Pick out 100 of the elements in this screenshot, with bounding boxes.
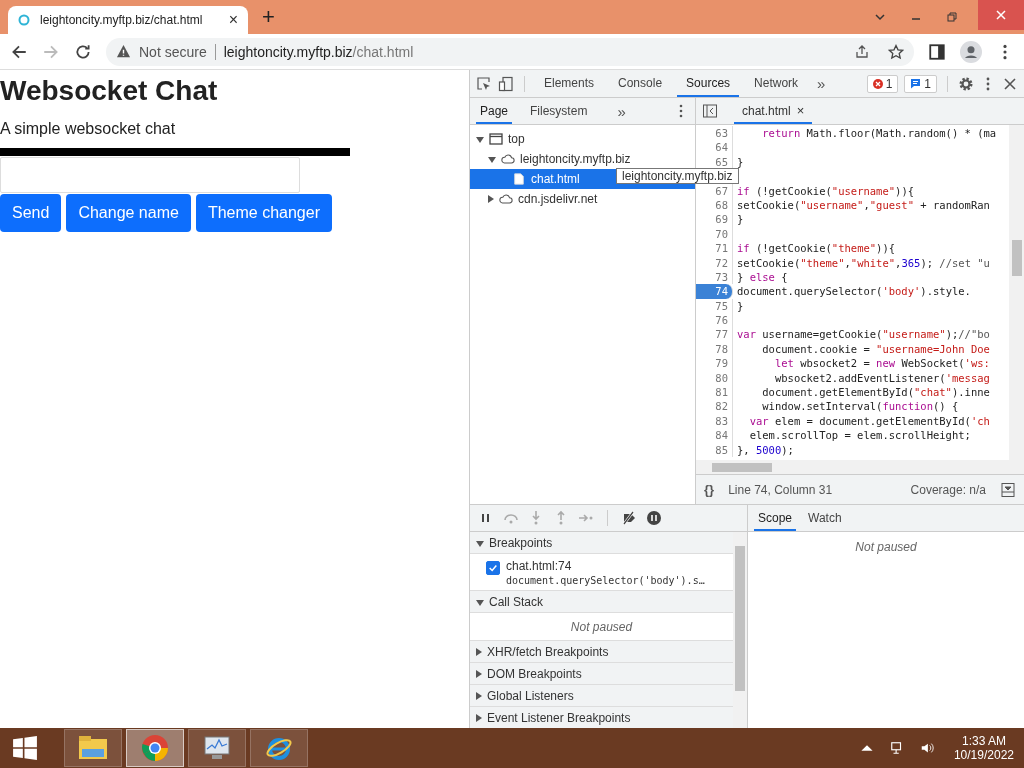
message-input[interactable]	[0, 157, 300, 193]
code-line: if (!getCookie("username")){	[737, 183, 916, 198]
pause-on-exceptions-icon[interactable]	[646, 510, 662, 526]
code-line: }	[737, 212, 745, 227]
line-number[interactable]: 79	[696, 356, 733, 371]
code-line: document.querySelector('body').style.	[737, 284, 972, 299]
device-toolbar-icon[interactable]	[498, 75, 514, 92]
code-line: return Math.floor(Math.random() * (ma	[761, 126, 998, 141]
star-icon[interactable]	[888, 43, 904, 60]
side-panel-icon[interactable]	[928, 42, 946, 61]
scrollbar[interactable]	[1009, 125, 1024, 460]
settings-icon[interactable]	[958, 75, 974, 92]
page-button[interactable]: Theme changer	[195, 194, 332, 232]
code-line: }, 5000);	[737, 442, 795, 457]
page-button[interactable]: Send	[0, 194, 62, 232]
address-bar[interactable]: Not secure leightoncity.myftp.biz/chat.html	[106, 37, 914, 66]
profile-avatar-icon[interactable]	[960, 40, 982, 63]
window-icon	[489, 133, 503, 145]
code-line: wbsocket2.addEventListener('messag	[773, 370, 991, 386]
scrollbar[interactable]	[696, 460, 1024, 474]
line-number[interactable]: 64	[696, 140, 733, 155]
share-icon[interactable]	[854, 43, 870, 60]
line-number[interactable]: 72	[696, 255, 733, 270]
close-icon[interactable]	[1002, 75, 1018, 92]
more-tabs-button[interactable]: »	[613, 102, 630, 120]
globe-icon	[18, 14, 30, 26]
line-number[interactable]: 70	[696, 226, 733, 242]
section-header[interactable]: Global Listeners	[470, 685, 733, 707]
code-line: setCookie("theme","white",365); //set "u	[737, 255, 991, 270]
section-header[interactable]: DOM Breakpoints	[470, 663, 733, 685]
chevron-down-icon[interactable]	[874, 11, 886, 23]
network-icon[interactable]	[889, 741, 904, 755]
line-number[interactable]: 69	[696, 212, 733, 227]
speaker-icon[interactable]	[919, 741, 934, 755]
page-heading: Websocket Chat	[0, 74, 219, 108]
line-number[interactable]: 75	[696, 298, 733, 314]
line-number[interactable]: 83	[696, 413, 733, 429]
drawer-icon[interactable]	[1000, 481, 1016, 498]
line-number[interactable]: 77	[696, 327, 733, 342]
section-header[interactable]: Call Stack	[470, 591, 733, 613]
section-header[interactable]: Event Listener Breakpoints	[470, 707, 733, 728]
coverage-label: Coverage: n/a	[910, 482, 986, 497]
devtools-tab[interactable]: Console	[609, 70, 672, 97]
taskbar-app[interactable]	[64, 729, 122, 767]
more-tabs-button[interactable]: »	[813, 75, 830, 92]
close-tab-button[interactable]: ×	[228, 11, 238, 29]
line-number[interactable]: 63	[696, 126, 733, 141]
file-icon	[512, 173, 526, 185]
check-icon	[488, 563, 498, 573]
restore-icon[interactable]	[946, 11, 958, 23]
code-line: window.setInterval(function() {	[761, 399, 960, 414]
code-line: setCookie("username","guest" + randomRan	[737, 197, 991, 213]
pretty-print-button[interactable]: {}	[704, 482, 715, 497]
system-clock[interactable]: 1:33 AM 10/19/2022	[953, 734, 1014, 762]
windows-logo-icon[interactable]	[12, 735, 38, 761]
cloud-icon	[499, 193, 513, 205]
message-count-badge[interactable]: 1	[904, 74, 937, 93]
line-number[interactable]: 85	[696, 442, 733, 457]
status-message: Not paused	[855, 540, 917, 554]
devtools-tab[interactable]: Elements	[535, 70, 604, 97]
page-button[interactable]: Change name	[66, 194, 191, 232]
line-number[interactable]: 67	[696, 183, 733, 198]
browser-tab[interactable]: leightoncity.myftp.biz/chat.html ×	[8, 6, 248, 34]
line-number[interactable]: 84	[696, 428, 733, 443]
tree-item[interactable]: top	[470, 129, 695, 149]
line-number[interactable]: 74	[696, 284, 733, 299]
line-number[interactable]: 76	[696, 313, 733, 328]
toggle-navigator-icon[interactable]	[702, 103, 718, 119]
url-text: leightoncity.myftp.biz/chat.html	[223, 43, 414, 60]
section-header[interactable]: XHR/fetch Breakpoints	[470, 641, 733, 663]
close-icon	[995, 9, 1007, 21]
new-tab-button[interactable]: +	[262, 4, 275, 30]
line-number[interactable]: 81	[696, 385, 733, 400]
taskbar-app[interactable]	[250, 729, 308, 767]
line-number[interactable]: 78	[696, 341, 733, 357]
section-header[interactable]: Breakpoints	[470, 532, 733, 554]
sidebar-tab[interactable]: Scope	[754, 505, 797, 531]
security-label: Not secure	[139, 43, 207, 60]
navigator-tab[interactable]: Page	[476, 98, 513, 124]
sidebar-tab[interactable]: Watch	[804, 505, 846, 531]
code-line: var username=getCookie("username");//"bo	[737, 327, 991, 342]
line-number[interactable]: 68	[696, 197, 733, 213]
line-number[interactable]: 82	[696, 399, 733, 414]
navigator-tab[interactable]: Filesystem	[526, 98, 592, 124]
code-line: let wbsocket2 = new WebSocket('ws:	[773, 356, 991, 371]
tree-item[interactable]: cdn.jsdelivr.net	[470, 189, 695, 209]
checkbox[interactable]	[486, 561, 500, 575]
tree-item[interactable]: leightoncity.myftp.biz	[470, 149, 695, 169]
scrollbar[interactable]	[733, 532, 747, 728]
error-count-badge[interactable]: 1	[866, 74, 899, 93]
reload-icon[interactable]	[74, 42, 92, 61]
inspect-element-icon[interactable]	[476, 75, 492, 92]
taskbar-app[interactable]	[126, 729, 184, 767]
taskbar-app[interactable]	[188, 729, 246, 767]
deactivate-breakpoints-icon[interactable]	[621, 510, 637, 526]
code-line: document.cookie = "username=John Doe	[761, 341, 991, 357]
line-number[interactable]: 71	[696, 241, 733, 256]
line-number[interactable]: 80	[696, 370, 733, 386]
breakpoint-location: chat.html:74	[506, 559, 573, 573]
devtools-tab[interactable]: Network	[745, 70, 808, 97]
